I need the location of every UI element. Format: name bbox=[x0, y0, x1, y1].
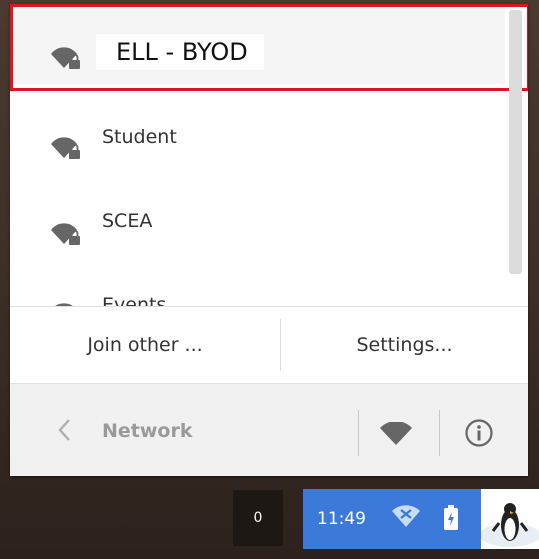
wifi-icon[interactable] bbox=[378, 416, 414, 452]
settings-button[interactable]: Settings... bbox=[281, 307, 528, 383]
back-chevron-icon[interactable] bbox=[54, 417, 76, 443]
network-popup: ELL - BYOD Student SCEA Events Join othe… bbox=[10, 4, 528, 476]
divider bbox=[358, 410, 359, 456]
notification-count[interactable]: 0 bbox=[233, 490, 283, 546]
wifi-lock-icon bbox=[50, 136, 84, 162]
network-list: ELL - BYOD Student SCEA Events bbox=[10, 4, 528, 306]
status-area[interactable]: 11:49 bbox=[303, 489, 539, 549]
network-item-events[interactable]: Events bbox=[10, 272, 505, 306]
footer-title: Network bbox=[102, 420, 193, 442]
info-icon[interactable] bbox=[461, 415, 497, 451]
actions-row: Join other ... Settings... bbox=[10, 307, 528, 383]
network-name: Student bbox=[102, 126, 177, 148]
clock: 11:49 bbox=[317, 509, 366, 529]
selection-highlight bbox=[10, 4, 528, 91]
network-name: SCEA bbox=[102, 210, 153, 232]
network-item-scea[interactable]: SCEA bbox=[10, 184, 505, 264]
wifi-disconnected-icon bbox=[391, 505, 421, 533]
join-other-button[interactable]: Join other ... bbox=[10, 307, 280, 383]
avatar[interactable] bbox=[481, 489, 539, 549]
battery-charging-icon bbox=[443, 505, 459, 535]
network-name: Events bbox=[102, 294, 167, 306]
desktop: ELL - BYOD Student SCEA Events Join othe… bbox=[0, 0, 539, 559]
scrollbar[interactable] bbox=[509, 10, 522, 274]
network-footer: Network bbox=[10, 384, 528, 476]
divider bbox=[439, 410, 440, 456]
wifi-lock-icon bbox=[50, 222, 84, 248]
network-item-student[interactable]: Student bbox=[10, 98, 505, 178]
